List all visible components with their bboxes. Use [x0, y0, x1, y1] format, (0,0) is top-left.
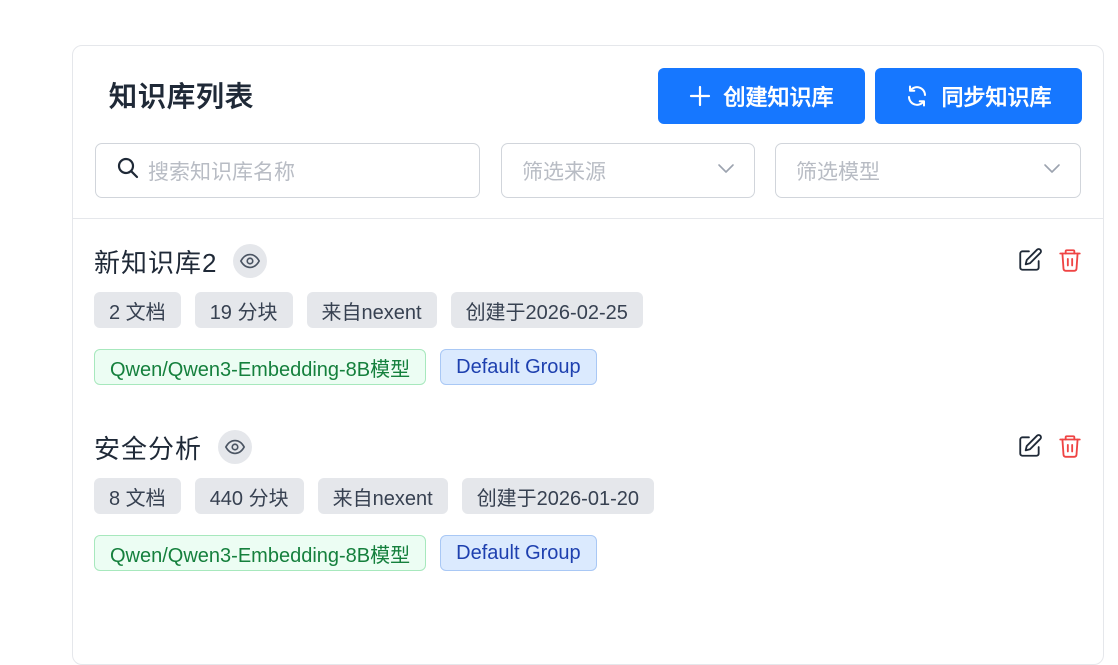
kb-label-tags: Qwen/Qwen3-Embedding-8B模型 Default Group — [94, 349, 597, 385]
source-filter-select[interactable]: 筛选来源 — [501, 143, 755, 198]
kb-actions — [1017, 433, 1083, 464]
chunk-count-badge: 440 分块 — [194, 478, 304, 514]
search-input[interactable]: 搜索知识库名称 — [95, 143, 480, 198]
kb-name: 安全分析 — [94, 433, 203, 464]
search-icon — [116, 156, 140, 186]
source-badge: 来自nexent — [317, 478, 448, 514]
kb-actions — [1017, 247, 1083, 278]
chevron-down-icon — [1042, 158, 1062, 184]
group-tag: Default Group — [440, 349, 597, 385]
doc-count-badge: 8 文档 — [94, 478, 181, 514]
knowledge-base-item[interactable]: 新知识库2 2 文档 19 分块 来自nexent 创建于2026-02-25 … — [73, 241, 1103, 421]
kb-name-row: 新知识库2 — [94, 241, 268, 281]
created-date-badge: 创建于2026-02-25 — [450, 292, 643, 328]
sync-button-label: 同步知识库 — [941, 85, 1052, 110]
eye-icon[interactable] — [233, 244, 268, 278]
search-placeholder: 搜索知识库名称 — [148, 160, 295, 184]
knowledge-base-panel: 知识库列表 创建知识库 同步知识库 搜索知识库名称 筛选来源 筛选模型 新知识库… — [72, 45, 1104, 665]
kb-name-row: 安全分析 — [94, 427, 253, 467]
chunk-count-badge: 19 分块 — [194, 292, 293, 328]
model-filter-select[interactable]: 筛选模型 — [775, 143, 1081, 198]
page-title: 知识库列表 — [109, 81, 255, 112]
create-knowledge-base-button[interactable]: 创建知识库 — [658, 68, 865, 124]
edit-icon[interactable] — [1017, 433, 1043, 464]
group-tag: Default Group — [440, 535, 597, 571]
model-tag: Qwen/Qwen3-Embedding-8B模型 — [94, 349, 427, 385]
sync-knowledge-base-button[interactable]: 同步知识库 — [875, 68, 1082, 124]
panel-header: 知识库列表 创建知识库 同步知识库 搜索知识库名称 筛选来源 筛选模型 — [73, 46, 1103, 219]
create-button-label: 创建知识库 — [723, 85, 834, 110]
edit-icon[interactable] — [1017, 247, 1043, 278]
created-date-badge: 创建于2026-01-20 — [461, 478, 654, 514]
model-filter-placeholder: 筛选模型 — [796, 160, 880, 184]
chevron-down-icon — [716, 158, 736, 184]
trash-icon[interactable] — [1057, 247, 1083, 278]
kb-label-tags: Qwen/Qwen3-Embedding-8B模型 Default Group — [94, 535, 597, 571]
source-filter-placeholder: 筛选来源 — [522, 160, 606, 184]
eye-icon[interactable] — [218, 430, 253, 464]
trash-icon[interactable] — [1057, 433, 1083, 464]
source-badge: 来自nexent — [306, 292, 437, 328]
kb-meta-tags: 2 文档 19 分块 来自nexent 创建于2026-02-25 — [94, 292, 643, 328]
knowledge-base-item[interactable]: 安全分析 8 文档 440 分块 来自nexent 创建于2026-01-20 … — [73, 427, 1103, 607]
plus-icon — [689, 85, 711, 107]
doc-count-badge: 2 文档 — [94, 292, 181, 328]
sync-icon — [905, 84, 929, 108]
kb-meta-tags: 8 文档 440 分块 来自nexent 创建于2026-01-20 — [94, 478, 654, 514]
kb-name: 新知识库2 — [94, 247, 218, 278]
model-tag: Qwen/Qwen3-Embedding-8B模型 — [94, 535, 427, 571]
